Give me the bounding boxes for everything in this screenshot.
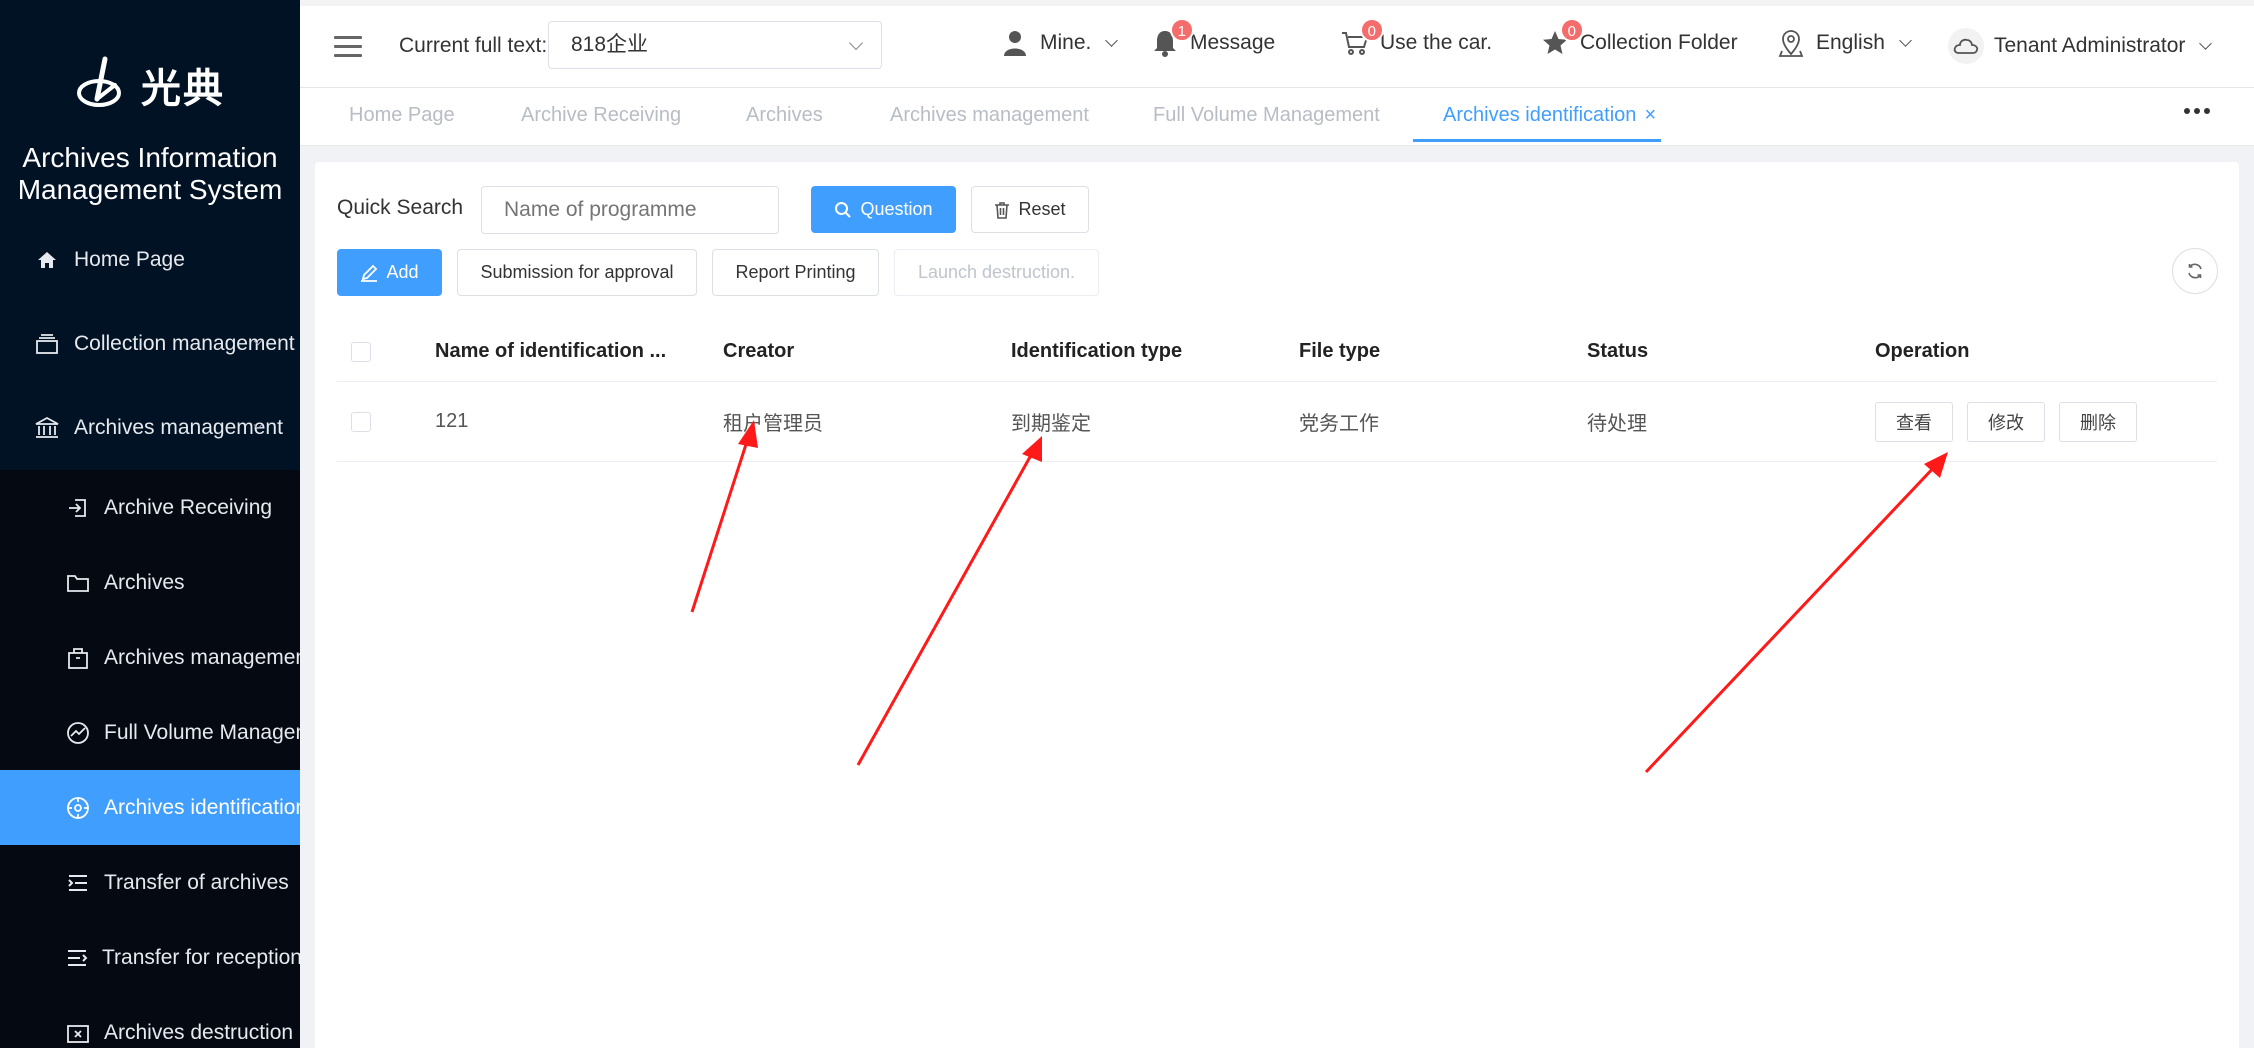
- delete-box-icon: [66, 1021, 90, 1045]
- launch-destruction-button[interactable]: Launch destruction.: [894, 249, 1099, 296]
- row-checkbox[interactable]: [351, 382, 371, 461]
- bank-icon: [34, 415, 60, 441]
- logo: 光典: [0, 0, 300, 160]
- close-icon[interactable]: ×: [1644, 104, 1656, 126]
- quick-search-label: Quick Search: [337, 196, 464, 219]
- sidebar-item-archives[interactable]: Archives: [0, 545, 300, 620]
- sidebar-item-transfer-for-reception[interactable]: Transfer for reception: [0, 920, 300, 995]
- search-input[interactable]: [481, 186, 779, 234]
- sidebar-item-home[interactable]: Home Page: [0, 218, 300, 302]
- search-icon: [834, 201, 852, 219]
- column-header-creator: Creator: [723, 340, 795, 362]
- select-all-checkbox[interactable]: [351, 322, 371, 381]
- column-header-name[interactable]: Name of identification ...: [435, 322, 666, 381]
- bell-icon: 1: [1150, 18, 1194, 58]
- user-icon: [1000, 28, 1030, 58]
- sidebar-item-archives-destruction[interactable]: Archives destruction: [0, 995, 300, 1048]
- cell-creator: 租户管理员: [723, 413, 823, 435]
- car-count-badge: 0: [1359, 18, 1384, 42]
- table-header: Name of identification ... Creator Ident…: [337, 322, 2217, 382]
- system-title: Archives Information Management System: [17, 142, 283, 205]
- menu-toggle-icon[interactable]: [334, 36, 362, 58]
- package-icon: [66, 646, 90, 670]
- sidebar-menu: Home Page Collection management Archives…: [0, 218, 300, 1048]
- sidebar: 光典 Archives Information Management Syste…: [0, 0, 300, 1048]
- question-button[interactable]: Question: [811, 186, 956, 233]
- cell-status: 待处理: [1587, 413, 1647, 435]
- column-header-identification-type: Identification type: [1011, 340, 1183, 362]
- edit-icon: [360, 264, 378, 282]
- cart-icon: 0: [1340, 18, 1384, 58]
- star-icon: 0: [1540, 18, 1584, 58]
- sidebar-item-archives-management-sub[interactable]: Archives management: [0, 620, 300, 695]
- tab-archives[interactable]: Archives: [746, 104, 823, 127]
- sidebar-item-collection-management[interactable]: Collection management: [0, 302, 300, 386]
- content-card: Quick Search Question Reset Add Submissi…: [315, 162, 2239, 1048]
- sidebar-item-transfer-of-archives[interactable]: Transfer of archives: [0, 845, 300, 920]
- cell-identification-type: 到期鉴定: [1011, 413, 1091, 435]
- tab-archive-receiving[interactable]: Archive Receiving: [521, 104, 681, 127]
- home-icon: [34, 247, 60, 273]
- collection-count-badge: 0: [1559, 18, 1584, 42]
- receive-icon: [66, 496, 90, 520]
- column-header-status: Status: [1587, 340, 1649, 362]
- more-icon[interactable]: [2184, 108, 2210, 114]
- chevron-down-icon: [848, 35, 864, 51]
- tab-full-volume-management[interactable]: Full Volume Management: [1153, 104, 1380, 127]
- submit-approval-button[interactable]: Submission for approval: [457, 249, 697, 296]
- active-tab-indicator: [1413, 139, 1661, 142]
- current-full-text-select[interactable]: 818企业: [548, 21, 882, 69]
- chart-circle-icon: [66, 721, 90, 745]
- language-select[interactable]: English: [1776, 28, 1912, 58]
- column-header-operation: Operation: [1875, 340, 1970, 362]
- use-car-button[interactable]: 0 Use the car.: [1340, 18, 1492, 58]
- edit-button[interactable]: 修改: [1967, 401, 2045, 442]
- report-printing-button[interactable]: Report Printing: [712, 249, 879, 296]
- logo-text: 光典: [141, 66, 225, 112]
- refresh-icon[interactable]: [2172, 248, 2218, 294]
- list-indent-icon: [66, 871, 90, 895]
- message-button[interactable]: 1 Message: [1150, 18, 1275, 58]
- sidebar-item-full-volume-management[interactable]: Full Volume Management: [0, 695, 300, 770]
- user-menu[interactable]: Tenant Administrator: [1948, 28, 2213, 64]
- tab-archives-identification[interactable]: Archives identification ×: [1443, 104, 1656, 127]
- add-button[interactable]: Add: [337, 249, 442, 296]
- cell-file-type: 党务工作: [1299, 413, 1379, 435]
- sidebar-submenu: Archive Receiving Archives Archives mana…: [0, 470, 300, 1048]
- chevron-down-icon: [1105, 33, 1119, 47]
- folder-icon: [66, 571, 90, 595]
- cell-name: 121: [435, 410, 469, 432]
- current-full-text-label: Current full text:: [399, 34, 548, 57]
- tab-home-page[interactable]: Home Page: [349, 104, 455, 127]
- column-header-file-type: File type: [1299, 340, 1381, 362]
- tabs-bar: Home Page Archive Receiving Archives Arc…: [300, 88, 2254, 146]
- view-button[interactable]: 查看: [1875, 401, 1953, 442]
- delete-button[interactable]: 删除: [2059, 401, 2137, 442]
- chevron-down-icon: [1899, 33, 1912, 47]
- message-count-badge: 1: [1169, 18, 1194, 42]
- trash-icon: [994, 201, 1010, 219]
- layers-icon: [34, 331, 60, 357]
- cell-operations: 查看 修改 删除: [1875, 382, 2151, 461]
- tab-archives-management[interactable]: Archives management: [890, 104, 1089, 127]
- list-icon: [66, 946, 88, 970]
- mine-menu[interactable]: Mine.: [1000, 28, 1119, 58]
- sidebar-item-archives-management[interactable]: Archives management: [0, 386, 300, 470]
- avatar: [1948, 28, 1984, 64]
- collection-folder-button[interactable]: 0 Collection Folder: [1540, 18, 1738, 58]
- table-row: 121 租户管理员 到期鉴定 党务工作 待处理 查看 修改 删除: [337, 382, 2217, 462]
- chevron-down-icon: [2199, 36, 2213, 50]
- location-icon: [1776, 28, 1806, 58]
- reset-button[interactable]: Reset: [971, 186, 1089, 233]
- sidebar-item-archives-identification[interactable]: Archives identification: [0, 770, 300, 845]
- data-table: Name of identification ... Creator Ident…: [337, 322, 2217, 462]
- header: Current full text: 818企业 Mine. 1 Message…: [300, 6, 2254, 88]
- logo-icon: [77, 56, 121, 107]
- target-icon: [66, 796, 90, 820]
- sidebar-item-archive-receiving[interactable]: Archive Receiving: [0, 470, 300, 545]
